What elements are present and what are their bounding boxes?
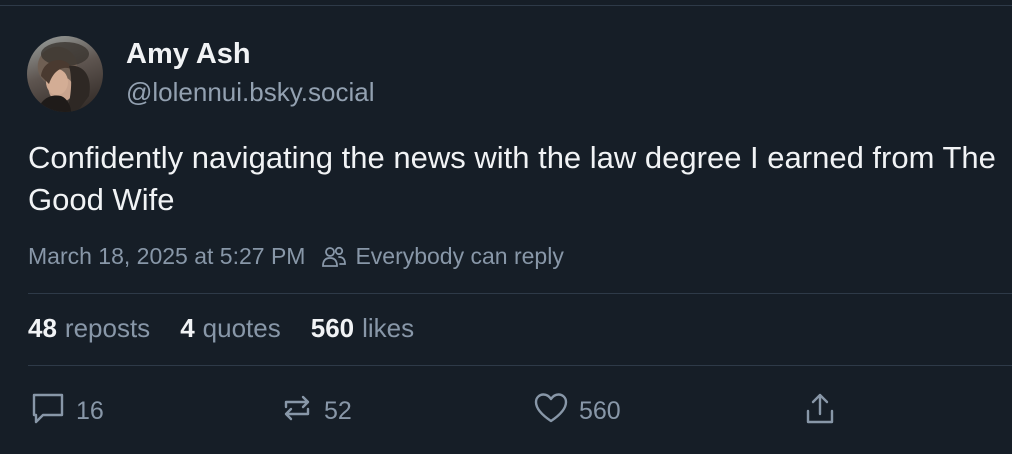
likes-stat[interactable]: 560 likes <box>311 313 414 344</box>
author-display-name[interactable]: Amy Ash <box>126 38 251 71</box>
like-count: 560 <box>579 397 621 425</box>
heart-icon <box>533 391 569 432</box>
reply-icon <box>30 391 66 432</box>
share-icon <box>804 391 836 434</box>
repost-button[interactable]: 52 <box>280 391 352 432</box>
stats-bottom-divider <box>28 365 1012 366</box>
post-stats: 48 reposts 4 quotes 560 likes <box>28 313 444 344</box>
reply-setting-label[interactable]: Everybody can reply <box>355 243 563 270</box>
repost-count: 52 <box>324 397 352 425</box>
top-divider <box>0 5 1012 6</box>
quotes-stat[interactable]: 4 quotes <box>180 313 281 344</box>
avatar-image <box>37 42 90 112</box>
like-button[interactable]: 560 <box>533 391 621 432</box>
likes-label: likes <box>362 313 415 343</box>
quotes-label: quotes <box>202 313 281 343</box>
post-timestamp[interactable]: March 18, 2025 at 5:27 PM <box>28 243 305 270</box>
post-meta: March 18, 2025 at 5:27 PM Everybody can … <box>28 243 564 270</box>
repost-icon <box>280 391 314 432</box>
share-button[interactable] <box>804 391 836 434</box>
reply-button[interactable]: 16 <box>30 391 104 432</box>
stats-top-divider <box>28 293 1012 294</box>
reply-count: 16 <box>76 397 104 425</box>
author-avatar[interactable] <box>27 36 103 112</box>
people-icon <box>321 245 347 269</box>
reposts-stat[interactable]: 48 reposts <box>28 313 150 344</box>
reposts-count: 48 <box>28 313 57 343</box>
post-text: Confidently navigating the news with the… <box>28 140 996 217</box>
reposts-label: reposts <box>64 313 151 343</box>
quotes-count: 4 <box>180 313 195 343</box>
author-handle[interactable]: @lolennui.bsky.social <box>126 77 374 108</box>
likes-count: 560 <box>310 313 355 343</box>
